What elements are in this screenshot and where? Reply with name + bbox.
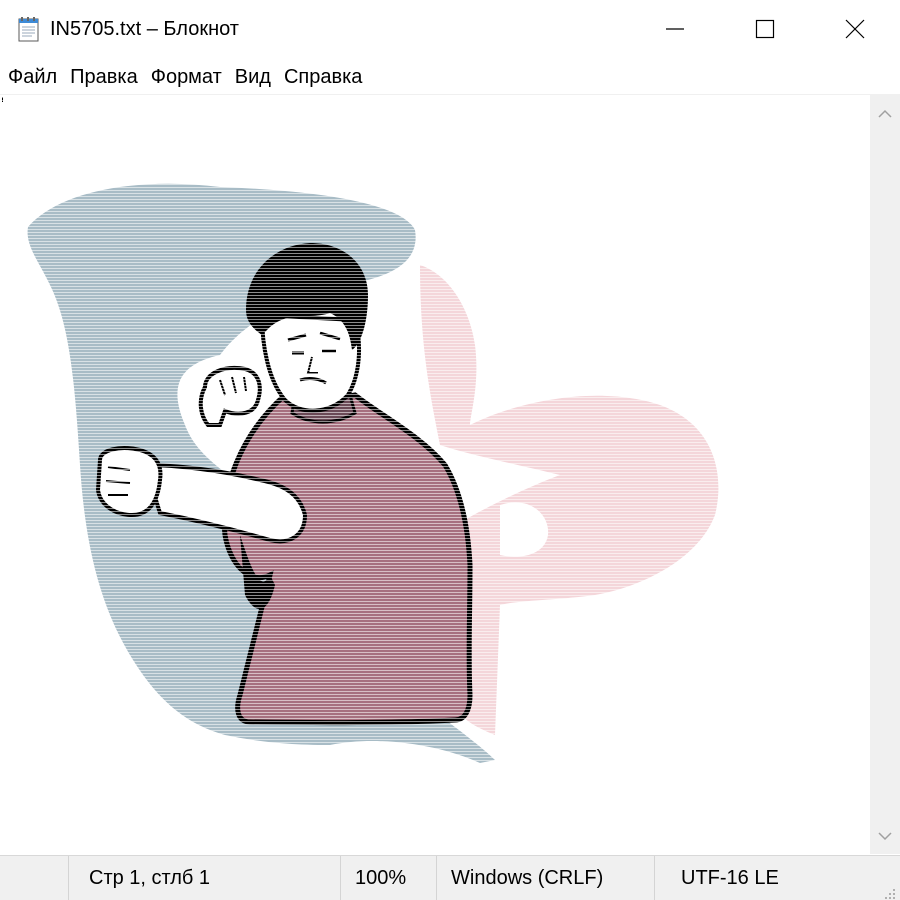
- notepad-icon: [18, 16, 40, 42]
- minimize-icon: [665, 19, 685, 39]
- menu-bar: Файл Правка Формат Вид Справка: [0, 62, 900, 92]
- menu-file[interactable]: Файл: [3, 63, 62, 91]
- title-bar[interactable]: IN5705.txt – Блокнот: [0, 0, 900, 58]
- close-icon: [845, 19, 865, 39]
- vertical-scrollbar[interactable]: [870, 94, 900, 854]
- close-button[interactable]: [810, 0, 900, 58]
- status-line-endings: Windows (CRLF): [436, 856, 654, 900]
- minimize-button[interactable]: [630, 0, 720, 58]
- menu-format[interactable]: Формат: [146, 63, 227, 91]
- menu-edit[interactable]: Правка: [65, 63, 143, 91]
- status-bar: Стр 1, стлб 1 100% Windows (CRLF) UTF-16…: [0, 855, 900, 900]
- text-editor-area[interactable]: [0, 94, 870, 855]
- chevron-down-icon: [878, 828, 892, 846]
- resize-grip-icon[interactable]: [882, 883, 896, 899]
- maximize-icon: [755, 19, 775, 39]
- notepad-window: IN5705.txt – Блокнот Файл Правка Формат …: [0, 0, 900, 900]
- status-encoding: UTF-16 LE: [654, 856, 870, 900]
- scroll-up-button[interactable]: [870, 100, 900, 130]
- window-title: IN5705.txt – Блокнот: [50, 18, 239, 40]
- status-cursor-position: Стр 1, стлб 1: [68, 856, 340, 900]
- menu-view[interactable]: Вид: [230, 63, 276, 91]
- scroll-down-button[interactable]: [870, 822, 900, 852]
- chevron-up-icon: [878, 106, 892, 124]
- maximize-button[interactable]: [720, 0, 810, 58]
- status-zoom: 100%: [340, 856, 436, 900]
- fighter-ascii-art: [0, 95, 870, 855]
- menu-help[interactable]: Справка: [279, 63, 367, 91]
